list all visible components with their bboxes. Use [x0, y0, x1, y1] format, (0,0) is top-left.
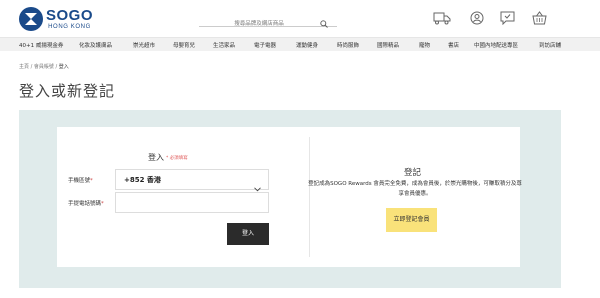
region-code-label: 手機區號* — [68, 178, 93, 184]
register-title: 登記 — [404, 168, 422, 178]
nav-item-pets[interactable]: 寵物 — [419, 41, 430, 49]
region-code-value: +852 香港 — [124, 176, 161, 184]
site-header: SOGO HONG KONG — [0, 0, 600, 37]
breadcrumb-account[interactable]: 會員帳號 — [34, 64, 54, 70]
search-bar — [199, 10, 337, 32]
phone-input[interactable] — [115, 192, 269, 213]
basket-icon[interactable] — [532, 10, 547, 29]
login-button[interactable]: 登入 — [227, 223, 269, 245]
register-button[interactable]: 立即登記會員 — [386, 208, 437, 232]
nav-item-luxury[interactable]: 國際精品 — [377, 41, 399, 49]
region-code-select[interactable]: +852 香港 — [115, 169, 269, 192]
search-input[interactable] — [199, 16, 319, 32]
nav-item-cosmetics[interactable]: 化妝及護膚品 — [79, 41, 112, 49]
user-icon[interactable] — [470, 10, 484, 29]
sogo-logo[interactable]: SOGO HONG KONG — [19, 7, 93, 31]
breadcrumb-separator: / — [55, 64, 58, 70]
nav-item-visit-store[interactable]: 到訪店舖 — [539, 41, 561, 49]
search-icon[interactable] — [320, 13, 328, 32]
required-note: * 必須填寫 — [166, 156, 188, 161]
message-icon[interactable] — [500, 10, 515, 29]
breadcrumb-home[interactable]: 主頁 — [19, 64, 29, 70]
nav-item-cash-coupon[interactable]: 40+1 威揚現金券 — [19, 41, 63, 49]
login-title: 登入 — [148, 153, 164, 162]
category-nav: 40+1 威揚現金券 化妝及護膚品 崇光超市 母嬰育兒 生活家品 電子電器 運動… — [0, 37, 600, 51]
breadcrumb-separator: / — [30, 64, 33, 70]
register-description: 登記成為SOGO Rewards 會員完全免費，成為會員後，於崇光購物後，可賺取… — [308, 181, 522, 197]
nav-item-electronics[interactable]: 電子電器 — [254, 41, 276, 49]
nav-item-sports[interactable]: 運動健身 — [296, 41, 318, 49]
page-title: 登入或新登記 — [19, 82, 116, 100]
logo-subtitle: HONG KONG — [48, 24, 91, 30]
nav-item-home[interactable]: 生活家品 — [213, 41, 235, 49]
nav-item-china-delivery[interactable]: 中國內地配送專區 — [474, 41, 518, 49]
logo-emblem — [19, 7, 43, 31]
nav-item-books[interactable]: 書店 — [448, 41, 459, 49]
truck-icon[interactable] — [433, 10, 451, 29]
nav-item-supermarket[interactable]: 崇光超市 — [133, 41, 155, 49]
breadcrumb-current: 登入 — [58, 64, 69, 70]
nav-item-fashion[interactable]: 時尚服飾 — [337, 41, 359, 49]
nav-item-baby[interactable]: 母嬰育兒 — [173, 41, 195, 49]
phone-label: 手提電話號碼* — [68, 201, 104, 207]
breadcrumb: 主頁 / 會員帳號 / 登入 — [19, 63, 69, 70]
logo-name: SOGO — [46, 7, 94, 24]
